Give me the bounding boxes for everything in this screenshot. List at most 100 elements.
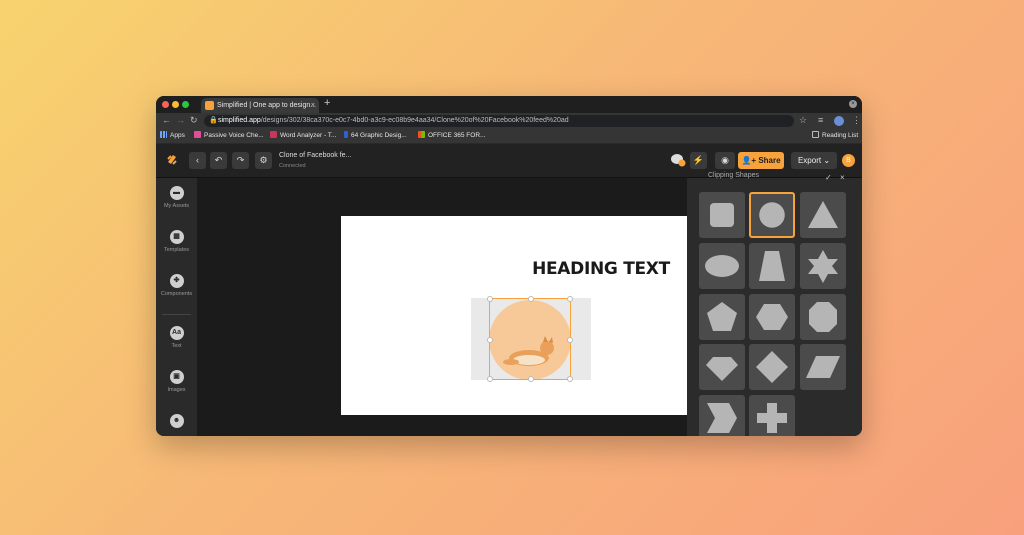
text-icon: Aa [169,326,184,340]
profile-avatar-icon[interactable] [834,116,844,126]
export-button[interactable]: Export ⌄ [791,152,837,169]
simplified-favicon-icon [205,101,214,110]
bookmark-passive-voice[interactable]: Passive Voice Che... [194,131,264,139]
pentagon-icon [707,302,737,331]
shape-rhombus-button[interactable] [749,344,795,390]
image-element[interactable] [471,296,591,382]
shape-triangle-button[interactable] [800,192,846,238]
hexagon-icon [756,304,788,330]
octagon-icon [809,302,837,332]
bookmark-word-analyzer[interactable]: Word Analyzer - T... [270,131,336,139]
maximize-window-button[interactable] [182,101,189,108]
redo-button[interactable]: ↷ [232,152,249,169]
shape-circle-button[interactable] [749,192,795,238]
shape-chevron-button[interactable] [699,395,745,436]
simplified-logo-icon[interactable] [165,153,179,167]
shape-pentagon-button[interactable] [699,294,745,340]
resize-handle[interactable] [567,376,573,382]
sidebar-item-components[interactable]: ✤ Components [156,274,197,297]
shape-hexagon-button[interactable] [749,294,795,340]
ellipse-icon [705,255,739,277]
resize-handle[interactable] [567,337,573,343]
resize-handle[interactable] [487,376,493,382]
back-arrow-icon[interactable]: ← [162,115,171,125]
bookmark-graphic-design[interactable]: 64 Graphic Desig... [344,131,407,139]
shape-cross-button[interactable] [749,395,795,436]
sidebar-item-images[interactable]: ▣ Images [156,370,197,393]
url-path: /designs/302/38ca370c-e0c7-4bd0-a3c9-ec0… [260,117,569,124]
resize-handle[interactable] [567,296,573,302]
sidebar-item-my-assets[interactable]: ▬ My Assets [156,186,197,209]
lock-icon: 🔒 [209,117,218,124]
tab-title: Simplified | One app to design... [217,102,317,109]
rhombus-icon [756,351,788,383]
resize-handle[interactable] [528,296,534,302]
bookmark-apps[interactable]: Apps [160,131,185,139]
undo-button[interactable]: ↶ [210,152,227,169]
tab-close-icon[interactable]: × [311,98,315,113]
more-icon: ☻ [169,414,184,428]
components-icon: ✤ [169,274,184,288]
bookmark-star-icon[interactable]: ☆ [799,115,807,126]
url-host: simplified.app [218,117,261,124]
chat-bubble-icon[interactable] [670,153,686,167]
back-button[interactable]: ‹ [189,152,206,169]
image-icon: ▣ [169,370,184,384]
folder-icon: ▬ [169,186,184,200]
shape-diamond-gem-button[interactable] [699,344,745,390]
url-input[interactable]: 🔒 simplified.app/designs/302/38ca370c-e0… [204,115,794,127]
chevron-down-icon: ⌄ [821,156,831,165]
shape-trapezoid-button[interactable] [749,243,795,289]
new-tab-button[interactable]: + [324,97,330,109]
shape-ellipse-button[interactable] [699,243,745,289]
shape-octagon-button[interactable] [800,294,846,340]
chevron-icon [707,403,737,433]
reading-list-button[interactable]: Reading List [812,131,858,139]
circle-icon [759,202,785,228]
collapse-check-icon[interactable]: ✓ [825,173,832,182]
share-button[interactable]: 👤+ Share [738,152,784,169]
cross-icon [757,403,787,433]
bookmark-office-365[interactable]: OFFICE 365 FOR... [418,131,485,139]
shape-square-button[interactable] [699,192,745,238]
preview-eye-icon[interactable]: ◉ [715,152,735,169]
browser-menu-icon[interactable]: × [849,100,857,108]
sidebar-item-text[interactable]: Aa Text [156,326,197,349]
artboard[interactable]: HEADING TEXT [341,216,688,415]
forward-arrow-icon[interactable]: → [176,115,185,125]
browser-tab[interactable]: Simplified | One app to design... × [201,98,319,113]
resize-handle[interactable] [528,376,534,382]
trapezoid-icon [759,251,785,281]
address-bar-row: ← → ↻ 🔒 simplified.app/designs/302/38ca3… [156,113,862,129]
design-canvas-area[interactable]: HEADING TEXT [197,178,688,436]
square-icon [710,203,734,227]
sidebar-item-label: Components [160,291,193,297]
media-queue-icon[interactable]: ≡ [818,115,823,125]
sidebar-divider [162,314,191,315]
sidebar-item-label: Templates [163,247,190,253]
close-window-button[interactable] [162,101,169,108]
sidebar-item-more[interactable]: ☻ [156,414,197,428]
triangle-icon [808,201,838,228]
sidebar-item-label: My Assets [163,203,190,209]
sidebar-item-label: Images [167,387,186,393]
resize-handle[interactable] [487,337,493,343]
user-avatar[interactable]: B [842,154,855,167]
sidebar-item-label: Text [171,343,182,349]
reload-icon[interactable]: ↻ [190,115,198,126]
selection-frame[interactable] [487,296,573,382]
sidebar-item-templates[interactable]: ▦ Templates [156,230,197,253]
tab-bar: Simplified | One app to design... × + × [156,96,862,113]
magic-lightning-icon[interactable]: ⚡ [690,152,707,169]
diamond-gem-icon [706,357,738,381]
settings-gear-icon[interactable]: ⚙ [255,152,272,169]
shape-hexagram-button[interactable] [800,243,846,289]
minimize-window-button[interactable] [172,101,179,108]
add-user-icon: 👤+ [741,156,759,165]
bookmarks-bar: Apps Passive Voice Che... Word Analyzer … [156,129,862,144]
close-panel-icon[interactable]: × [840,173,845,182]
kebab-menu-icon[interactable]: ⋮ [852,115,861,126]
shape-parallelogram-button[interactable] [800,344,846,390]
document-title[interactable]: Clone of Facebook fe... [279,152,351,159]
resize-handle[interactable] [487,296,493,302]
